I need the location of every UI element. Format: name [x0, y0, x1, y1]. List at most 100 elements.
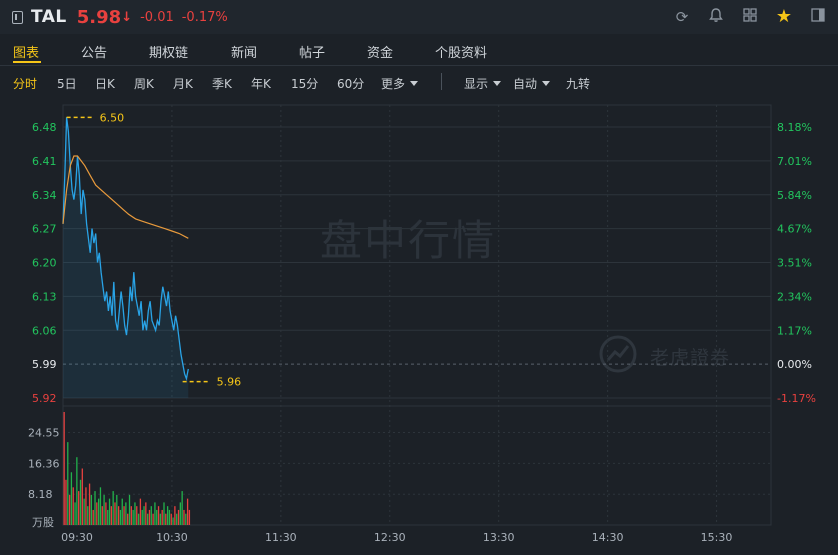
volume-bar — [157, 506, 160, 525]
display-dropdown[interactable]: 显示 — [464, 75, 502, 92]
pct-tick-label: 2.34% — [777, 290, 812, 303]
y-tick-label: 6.20 — [32, 257, 57, 270]
chevron-down-icon — [410, 81, 419, 86]
volume-bar — [67, 442, 69, 525]
price-change: -0.01 — [140, 9, 174, 25]
tab-company-profile[interactable]: 个股资料 — [435, 42, 487, 61]
period-yearly[interactable]: 年K — [251, 75, 271, 92]
volume-bar — [85, 487, 87, 525]
volume-bar — [150, 506, 152, 525]
period-intraday[interactable]: 分时 — [13, 75, 37, 92]
period-monthly[interactable]: 月K — [173, 75, 193, 92]
volume-bar — [119, 509, 122, 525]
chevron-down-icon — [493, 81, 502, 86]
bell-icon[interactable] — [706, 7, 726, 27]
pct-tick-label: 5.84% — [777, 189, 812, 202]
tab-options-chain[interactable]: 期权链 — [149, 42, 188, 61]
more-dropdown[interactable]: 更多 — [381, 75, 419, 92]
volume-bar — [81, 468, 83, 525]
y-tick-label: 6.41 — [32, 155, 57, 168]
volume-bar — [145, 502, 147, 525]
display-label: 显示 — [464, 77, 489, 91]
tab-announcements[interactable]: 公告 — [81, 42, 107, 61]
sidebar-toggle-icon[interactable] — [12, 10, 23, 24]
x-tick-label: 13:30 — [483, 531, 515, 544]
y-tick-label: 6.48 — [32, 121, 57, 134]
volume-bar — [125, 502, 127, 525]
volume-bar — [112, 491, 114, 525]
pct-tick-label: 1.17% — [777, 324, 812, 337]
pct-tick-label: 3.51% — [777, 257, 812, 270]
volume-bar — [130, 506, 132, 525]
y-tick-label: 5.92 — [32, 392, 57, 405]
price-change-pct: -0.17% — [181, 9, 228, 25]
tab-bar: 图表 公告 期权链 新闻 帖子 资金 个股资料 — [0, 34, 838, 66]
pct-tick-label: 0.00% — [777, 358, 812, 371]
volume-bar — [161, 509, 163, 525]
period-15min[interactable]: 15分 — [291, 75, 318, 92]
more-label: 更多 — [381, 77, 406, 91]
auto-label: 自动 — [513, 77, 538, 91]
refresh-icon[interactable]: ⟳ — [672, 7, 692, 27]
volume-bar — [74, 502, 76, 525]
low-label: 5.96 — [217, 376, 242, 389]
x-tick-label: 15:30 — [701, 531, 733, 544]
period-weekly[interactable]: 周K — [134, 75, 154, 92]
tab-news[interactable]: 新闻 — [231, 42, 257, 61]
volume-bar — [154, 502, 156, 525]
tab-posts[interactable]: 帖子 — [299, 42, 325, 61]
volume-bar — [97, 498, 100, 525]
volume-bar — [88, 483, 91, 525]
panel-icon[interactable] — [808, 7, 828, 27]
volume-bar — [168, 509, 171, 525]
volume-bar — [114, 502, 116, 525]
volume-bar — [78, 491, 80, 525]
intraday-chart[interactable]: 6.48 8.18% 6.41 7.01% 6.34 5.84% 6.27 4.67% 6.20… — [0, 98, 838, 555]
volume-bar — [159, 513, 162, 525]
volume-bar — [139, 498, 142, 525]
volume-bar — [92, 509, 94, 525]
x-tick-label: 12:30 — [374, 531, 406, 544]
volume-bar — [177, 509, 180, 525]
star-icon[interactable]: ★ — [774, 7, 794, 27]
tab-capital[interactable]: 资金 — [367, 42, 393, 61]
volume-bar — [170, 513, 172, 525]
y-tick-label: 6.34 — [32, 189, 57, 202]
volume-bar — [121, 498, 123, 525]
volume-bar — [163, 502, 165, 525]
volume-bar — [103, 494, 105, 525]
volume-bar — [79, 479, 82, 525]
volume-bar — [172, 517, 174, 525]
volume-bar — [90, 494, 93, 525]
volume-bar — [76, 457, 78, 525]
pct-tick-label: -1.17% — [777, 392, 816, 405]
grid-icon[interactable] — [740, 7, 760, 27]
period-daily[interactable]: 日K — [95, 75, 115, 92]
period-60min[interactable]: 60分 — [337, 75, 364, 92]
y-tick-label: 6.27 — [32, 223, 57, 236]
volume-bar — [136, 506, 138, 525]
auto-dropdown[interactable]: 自动 — [513, 75, 551, 92]
y-tick-label: 6.06 — [32, 324, 57, 337]
volume-bar — [147, 513, 149, 525]
tab-chart[interactable]: 图表 — [13, 42, 39, 61]
volume-bar — [70, 472, 73, 525]
volume-bar — [188, 509, 191, 525]
volume-bar — [99, 487, 102, 525]
volume-bar — [108, 498, 111, 525]
last-price: 5.98 — [76, 6, 122, 28]
volume-bar — [68, 494, 71, 525]
period-quarterly[interactable]: 季K — [212, 75, 232, 92]
volume-bar — [107, 509, 109, 525]
y-tick-label: 6.13 — [32, 290, 57, 303]
pct-tick-label: 8.18% — [777, 121, 812, 134]
volume-unit-label: 万股 — [32, 516, 54, 529]
volume-bar — [123, 506, 125, 525]
nine-turn-button[interactable]: 九转 — [566, 75, 590, 92]
volume-bar — [132, 509, 134, 525]
volume-bar — [176, 513, 178, 525]
volume-bar — [105, 502, 107, 525]
volume-bar — [156, 509, 158, 525]
volume-tick-label: 16.36 — [28, 457, 60, 470]
period-5day[interactable]: 5日 — [57, 75, 77, 92]
